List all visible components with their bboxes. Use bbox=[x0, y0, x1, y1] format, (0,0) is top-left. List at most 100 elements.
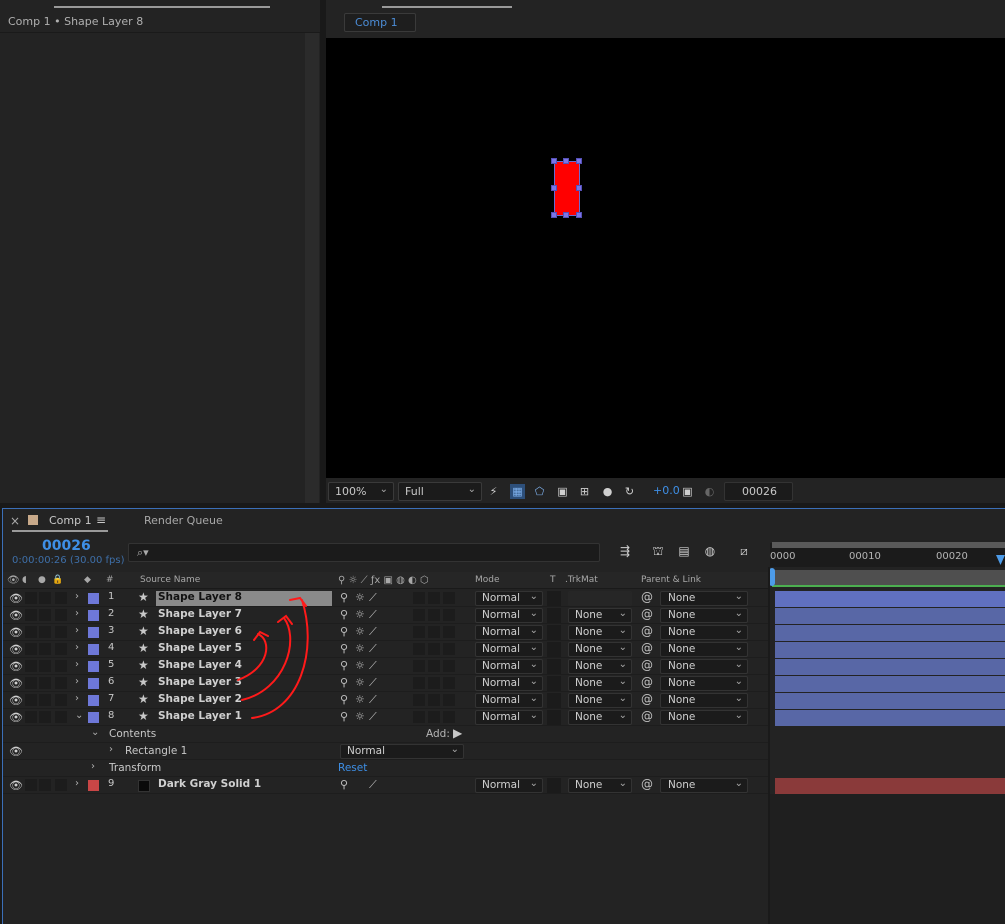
audio-switch-box[interactable] bbox=[25, 592, 37, 604]
motion-blur-switch-box[interactable] bbox=[428, 660, 440, 672]
layer-name[interactable]: Shape Layer 1 bbox=[156, 710, 332, 725]
audio-switch-box[interactable] bbox=[25, 711, 37, 723]
label-color-swatch[interactable] bbox=[88, 678, 99, 689]
chevron-right-icon[interactable]: › bbox=[91, 761, 95, 772]
transform-handle[interactable] bbox=[551, 158, 557, 164]
shy-switch-icon[interactable]: ⚲ bbox=[340, 625, 348, 638]
preserve-transparency-box[interactable] bbox=[547, 608, 561, 623]
time-navigator[interactable] bbox=[772, 542, 1005, 548]
preserve-transparency-box[interactable] bbox=[547, 693, 561, 708]
layer-number-header[interactable]: # bbox=[106, 575, 114, 585]
quality-switch-icon[interactable]: ⟋ bbox=[369, 608, 377, 622]
pick-whip-icon[interactable]: @ bbox=[641, 709, 653, 723]
eye-icon[interactable]: 👁 bbox=[9, 592, 23, 605]
track-matte-dropdown[interactable]: None ⌄ bbox=[568, 676, 632, 691]
collapse-switch-icon[interactable]: ☼ bbox=[355, 642, 365, 655]
eye-icon[interactable]: 👁 bbox=[9, 643, 23, 656]
adjustment-switch-box[interactable] bbox=[443, 643, 455, 655]
adjustment-switch-box[interactable] bbox=[443, 694, 455, 706]
solo-switch-box[interactable] bbox=[39, 626, 51, 638]
track-matte-header[interactable]: .TrkMat bbox=[565, 575, 598, 585]
comp-flowchart-icon[interactable]: ⇶ bbox=[616, 544, 634, 560]
shy-switch-icon[interactable]: ⚲ bbox=[340, 608, 348, 621]
layer-duration-bar[interactable] bbox=[775, 710, 1005, 726]
audio-switch-box[interactable] bbox=[25, 609, 37, 621]
chevron-right-icon[interactable]: › bbox=[75, 625, 79, 636]
motion-blur-switch-box[interactable] bbox=[428, 626, 440, 638]
blend-mode-dropdown[interactable]: Normal ⌄ bbox=[475, 608, 543, 623]
shy-switch-icon[interactable]: ⚲ bbox=[340, 676, 348, 689]
effect-switch-box[interactable] bbox=[413, 643, 425, 655]
solo-switch-box[interactable] bbox=[39, 779, 51, 791]
timeline-splitter[interactable] bbox=[768, 567, 770, 924]
preserve-transparency-header[interactable]: T bbox=[550, 575, 556, 585]
parent-dropdown[interactable]: None ⌄ bbox=[660, 625, 748, 640]
layer-row[interactable]: 👁 › 5 ★ Shape Layer 4 ⚲ ☼ ⟋ Normal ⌄ None… bbox=[3, 658, 769, 675]
layer-row[interactable]: 👁 › 6 ★ Shape Layer 3 ⚲ ☼ ⟋ Normal ⌄ None… bbox=[3, 675, 769, 692]
shy-switch-icon[interactable]: ⚲ bbox=[340, 591, 348, 604]
show-snapshot-icon[interactable]: ◐ bbox=[702, 484, 717, 499]
layer-duration-bar[interactable] bbox=[775, 676, 1005, 692]
render-queue-tab[interactable]: Render Queue bbox=[144, 514, 223, 527]
lock-switch-box[interactable] bbox=[55, 592, 67, 604]
layer-duration-bar[interactable] bbox=[775, 608, 1005, 624]
quality-switch-icon[interactable]: ⟋ bbox=[369, 659, 377, 673]
layer-name[interactable]: Shape Layer 2 bbox=[156, 693, 332, 708]
parent-dropdown[interactable]: None ⌄ bbox=[660, 608, 748, 623]
preserve-transparency-box[interactable] bbox=[547, 591, 561, 606]
effect-switch-box[interactable] bbox=[413, 609, 425, 621]
track-matte-dropdown[interactable]: None ⌄ bbox=[568, 710, 632, 725]
layer-search-input[interactable]: ⌕▾ bbox=[128, 543, 600, 562]
chevron-right-icon[interactable]: › bbox=[109, 744, 113, 755]
pick-whip-icon[interactable]: @ bbox=[641, 692, 653, 706]
resolution-dropdown[interactable]: Full ⌄ bbox=[398, 482, 482, 501]
solo-switch-box[interactable] bbox=[39, 677, 51, 689]
chevron-right-icon[interactable]: › bbox=[75, 676, 79, 687]
chevron-right-icon[interactable]: › bbox=[75, 778, 79, 789]
comp-viewer-tab[interactable]: Comp 1 bbox=[344, 13, 416, 32]
track-matte-dropdown[interactable]: None ⌄ bbox=[568, 659, 632, 674]
layer-row[interactable]: 👁 › 2 ★ Shape Layer 7 ⚲ ☼ ⟋ Normal ⌄ None… bbox=[3, 607, 769, 624]
layer-duration-bar[interactable] bbox=[775, 693, 1005, 709]
magnification-dropdown[interactable]: 100% ⌄ bbox=[328, 482, 394, 501]
effect-switch-box[interactable] bbox=[413, 677, 425, 689]
graph-editor-icon[interactable]: ⧄ bbox=[735, 544, 753, 560]
label-color-swatch[interactable] bbox=[88, 695, 99, 706]
preserve-transparency-box[interactable] bbox=[547, 710, 561, 725]
blend-mode-dropdown[interactable]: Normal ⌄ bbox=[475, 625, 543, 640]
layer-row[interactable]: 👁 › 7 ★ Shape Layer 2 ⚲ ☼ ⟋ Normal ⌄ None… bbox=[3, 692, 769, 709]
parent-link-header[interactable]: Parent & Link bbox=[641, 575, 701, 585]
layer-row-dark-gray-solid[interactable]: 👁 › 9 Dark Gray Solid 1 ⚲ ⟋ Normal ⌄ None… bbox=[3, 777, 769, 794]
solo-switch-box[interactable] bbox=[39, 592, 51, 604]
quality-switch-icon[interactable]: ⟋ bbox=[369, 642, 377, 656]
pick-whip-icon[interactable]: @ bbox=[641, 777, 653, 791]
label-color-swatch[interactable] bbox=[88, 593, 99, 604]
mask-visibility-icon[interactable]: ⬠ bbox=[532, 484, 547, 499]
blend-mode-dropdown[interactable]: Normal ⌄ bbox=[475, 659, 543, 674]
track-matte-dropdown[interactable]: None ⌄ bbox=[568, 778, 632, 793]
label-tag-icon[interactable]: ◆ bbox=[84, 575, 91, 585]
motion-blur-switch-box[interactable] bbox=[428, 609, 440, 621]
motion-blur-switch-box[interactable] bbox=[428, 694, 440, 706]
transform-handle[interactable] bbox=[563, 158, 569, 164]
eye-icon[interactable]: 👁 bbox=[9, 677, 23, 690]
pick-whip-icon[interactable]: @ bbox=[641, 658, 653, 672]
track-matte-dropdown[interactable]: None ⌄ bbox=[568, 693, 632, 708]
solo-switch-box[interactable] bbox=[39, 609, 51, 621]
layer-duration-bar[interactable] bbox=[775, 642, 1005, 658]
layer-row[interactable]: 👁 ⌄ 8 ★ Shape Layer 1 ⚲ ☼ ⟋ Normal ⌄ None… bbox=[3, 709, 769, 726]
quality-switch-icon[interactable]: ⟋ bbox=[369, 625, 377, 639]
collapse-switch-icon[interactable]: ☼ bbox=[355, 659, 365, 672]
eye-icon[interactable]: 👁 bbox=[9, 711, 23, 724]
adjustment-switch-box[interactable] bbox=[443, 677, 455, 689]
eye-icon[interactable]: 👁 bbox=[9, 779, 23, 792]
blend-mode-dropdown[interactable]: Normal ⌄ bbox=[475, 693, 543, 708]
quality-switch-icon[interactable]: ⟋ bbox=[369, 591, 377, 605]
parent-dropdown[interactable]: None ⌄ bbox=[660, 676, 748, 691]
collapse-switch-icon[interactable]: ☼ bbox=[355, 693, 365, 706]
lock-switch-box[interactable] bbox=[55, 677, 67, 689]
source-name-header[interactable]: Source Name bbox=[140, 575, 200, 585]
eye-icon[interactable]: 👁 bbox=[9, 626, 23, 639]
property-row-contents[interactable]: ⌄ Contents Add: ▶ bbox=[3, 726, 769, 743]
effect-controls-scrollbar[interactable] bbox=[305, 33, 319, 503]
